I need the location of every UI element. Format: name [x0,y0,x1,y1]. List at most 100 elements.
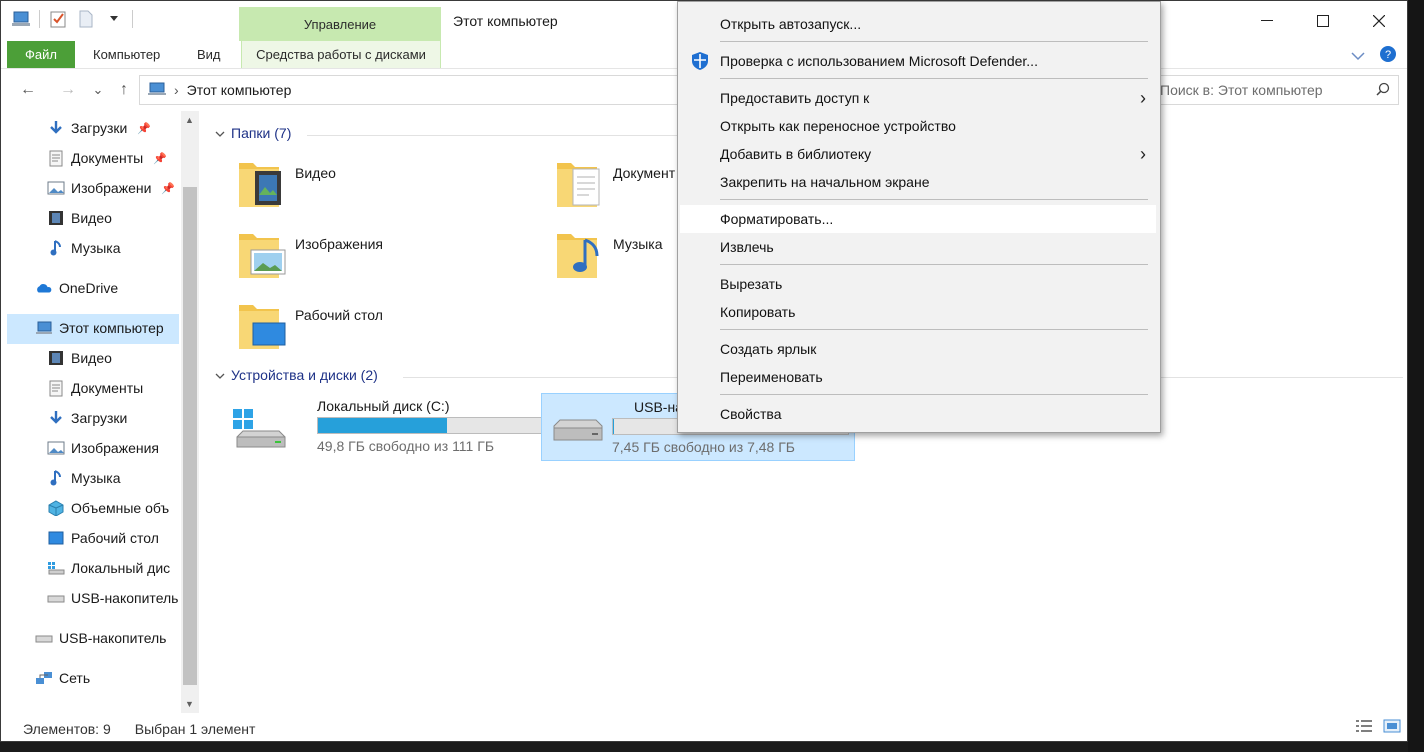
menu-item-label: Открыть автозапуск... [720,16,862,32]
folder-tile-music[interactable]: Музыка [555,226,663,283]
menu-item-label: Создать ярлык [720,341,817,357]
menu-item-label: Извлечь [720,239,774,255]
explorer-window: Управление Этот компьютер Файл Компьютер… [0,0,1408,742]
scrollbar-thumb[interactable] [183,187,197,685]
sidebar-item-pc-usb[interactable]: USB-накопитель [47,583,178,613]
drive-usage-fill [318,418,448,433]
minimize-button[interactable] [1239,1,1295,41]
breadcrumb[interactable]: Этот компьютер [187,82,292,98]
sidebar-item-label: Изображения [71,440,159,456]
menu-item-autoplay[interactable]: Открыть автозапуск... [678,10,1160,38]
drives-group-header[interactable]: Устройства и диски (2) [215,367,378,383]
documents-icon [47,149,65,167]
tab-file[interactable]: Файл [7,41,75,68]
menu-item-share-with[interactable]: Предоставить доступ к › [678,84,1160,112]
download-arrow-icon [47,119,65,137]
sidebar-item-pc-documents[interactable]: Документы [47,373,143,403]
sidebar-item-label: Рабочий стол [71,530,159,546]
scroll-up-icon[interactable]: ▲ [185,115,194,125]
sidebar-item-network[interactable]: Сеть [35,663,90,693]
sidebar-item-usb[interactable]: USB-накопитель [35,623,166,653]
folder-tile-documents[interactable]: Документ [555,155,675,212]
chevron-down-icon[interactable] [104,9,124,29]
folder-tile-desktop[interactable]: Рабочий стол [237,297,383,354]
sidebar-item-pc-downloads[interactable]: Загрузки [47,403,127,433]
computer-icon[interactable] [11,9,31,29]
large-icons-view-icon[interactable] [1383,719,1401,736]
maximize-button[interactable] [1295,1,1351,41]
sidebar-item-pc-pictures[interactable]: Изображения [47,433,159,463]
menu-item-pin-to-start[interactable]: Закрепить на начальном экране [678,168,1160,196]
sidebar-item-pc-local-disk[interactable]: Локальный дис [47,553,170,583]
caption-buttons [1239,1,1407,41]
sidebar-item-pc-desktop[interactable]: Рабочий стол [47,523,159,553]
sidebar-item-onedrive[interactable]: OneDrive [35,273,118,303]
desktop-folder-icon [237,297,287,354]
menu-item-defender-scan[interactable]: Проверка с использованием Microsoft Defe… [678,47,1160,75]
chevron-down-icon [215,367,225,383]
menu-item-copy[interactable]: Копировать [678,298,1160,326]
tab-computer[interactable]: Компьютер [83,41,170,68]
desktop-background-edge [1408,0,1424,752]
folder-tile-video[interactable]: Видео [237,155,336,212]
close-button[interactable] [1351,1,1407,41]
selection-count: Выбран 1 элемент [134,721,256,737]
drive-tile-local-c[interactable]: Локальный диск (C:) 49,8 ГБ свободно из … [225,393,554,461]
sidebar-item-label: OneDrive [59,280,119,296]
sidebar-item-label: Видео [71,350,112,366]
group-title: Устройства и диски (2) [231,367,378,383]
sidebar-item-documents[interactable]: Документы 📌 [47,143,167,173]
scroll-down-icon[interactable]: ▼ [185,699,194,709]
usb-drive-icon [35,629,53,647]
pin-icon[interactable]: 📌 [153,152,167,165]
address-bar[interactable]: › Этот компьютер [139,75,679,105]
forward-button[interactable]: → [57,79,79,101]
details-view-icon[interactable] [1355,719,1373,736]
sidebar-scrollbar[interactable]: ▲ ▼ [181,111,199,713]
drive-free-space: 7,45 ГБ свободно из 7,48 ГБ [612,439,795,455]
help-icon[interactable]: ? [1379,45,1397,66]
music-icon [47,239,65,257]
expand-ribbon-chevron-icon[interactable] [1351,48,1365,64]
menu-item-properties[interactable]: Свойства [678,400,1160,428]
sidebar-item-pc-music[interactable]: Музыка [47,463,121,493]
folder-label: Изображения [295,236,383,252]
pin-icon[interactable]: 📌 [137,122,151,135]
local-disk-icon [47,559,65,577]
tab-disk-tools[interactable]: Средства работы с дисками [241,41,441,68]
sidebar-item-pc-video[interactable]: Видео [47,343,112,373]
sidebar-item-downloads[interactable]: Загрузки 📌 [47,113,151,143]
sidebar-item-pc-3d-objects[interactable]: Объемные объ [47,493,169,523]
properties-icon[interactable] [48,9,68,29]
item-count: Элементов: 9 [23,721,111,737]
menu-item-cut[interactable]: Вырезать [678,270,1160,298]
menu-item-label: Переименовать [720,369,823,385]
recent-locations-button[interactable]: ⌄ [87,79,109,101]
folder-tile-pictures[interactable]: Изображения [237,226,383,283]
sidebar-item-music[interactable]: Музыка [47,233,121,263]
sidebar-item-label: USB-накопитель [59,630,167,646]
folders-group-header[interactable]: Папки (7) [215,125,291,141]
sidebar-item-label: Загрузки [71,410,128,426]
menu-item-add-to-library[interactable]: Добавить в библиотеку › [678,140,1160,168]
back-button[interactable]: ← [17,79,39,101]
context-menu: Открыть автозапуск... Проверка с использ… [677,1,1161,433]
ribbon-right-controls: ? [1351,45,1397,66]
up-button[interactable]: ↑ [113,79,135,101]
search-input[interactable]: Поиск в: Этот компьютер [1151,75,1399,105]
menu-item-open-as-portable[interactable]: Открыть как переносное устройство [678,112,1160,140]
network-icon [35,669,53,687]
computer-icon [148,82,166,99]
sidebar-item-this-pc[interactable]: Этот компьютер [35,313,164,343]
sidebar-item-label: Объемные объ [71,500,170,516]
sidebar-item-video[interactable]: Видео [47,203,112,233]
tab-view[interactable]: Вид [187,41,231,68]
menu-item-eject[interactable]: Извлечь [678,233,1160,261]
folder-label: Видео [295,165,336,181]
menu-item-create-shortcut[interactable]: Создать ярлык [678,335,1160,363]
new-folder-icon[interactable] [76,9,96,29]
pin-icon[interactable]: 📌 [161,182,175,195]
sidebar-item-pictures[interactable]: Изображени 📌 [47,173,175,203]
menu-item-format[interactable]: Форматировать... [680,205,1156,233]
menu-item-rename[interactable]: Переименовать [678,363,1160,391]
